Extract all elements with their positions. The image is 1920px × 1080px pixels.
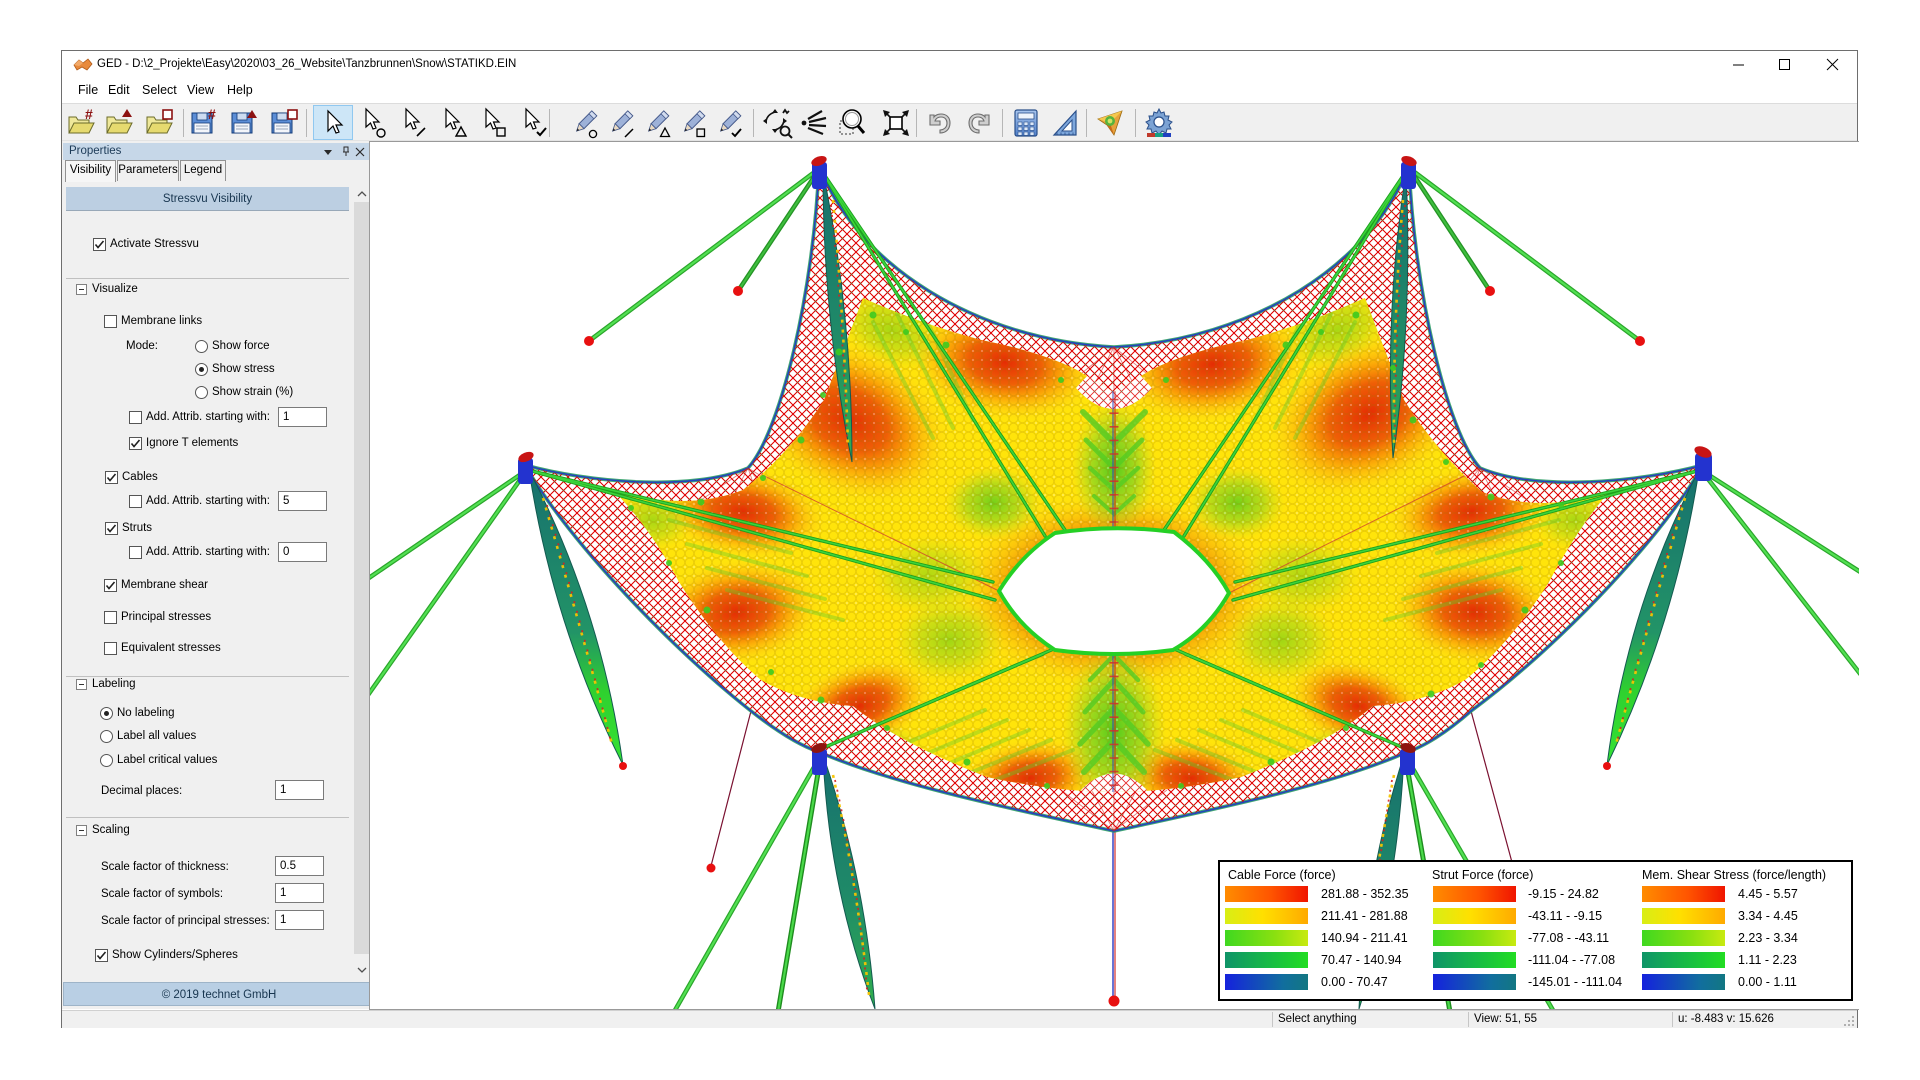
- svg-text:#: #: [208, 107, 216, 122]
- svg-text:#: #: [85, 107, 93, 122]
